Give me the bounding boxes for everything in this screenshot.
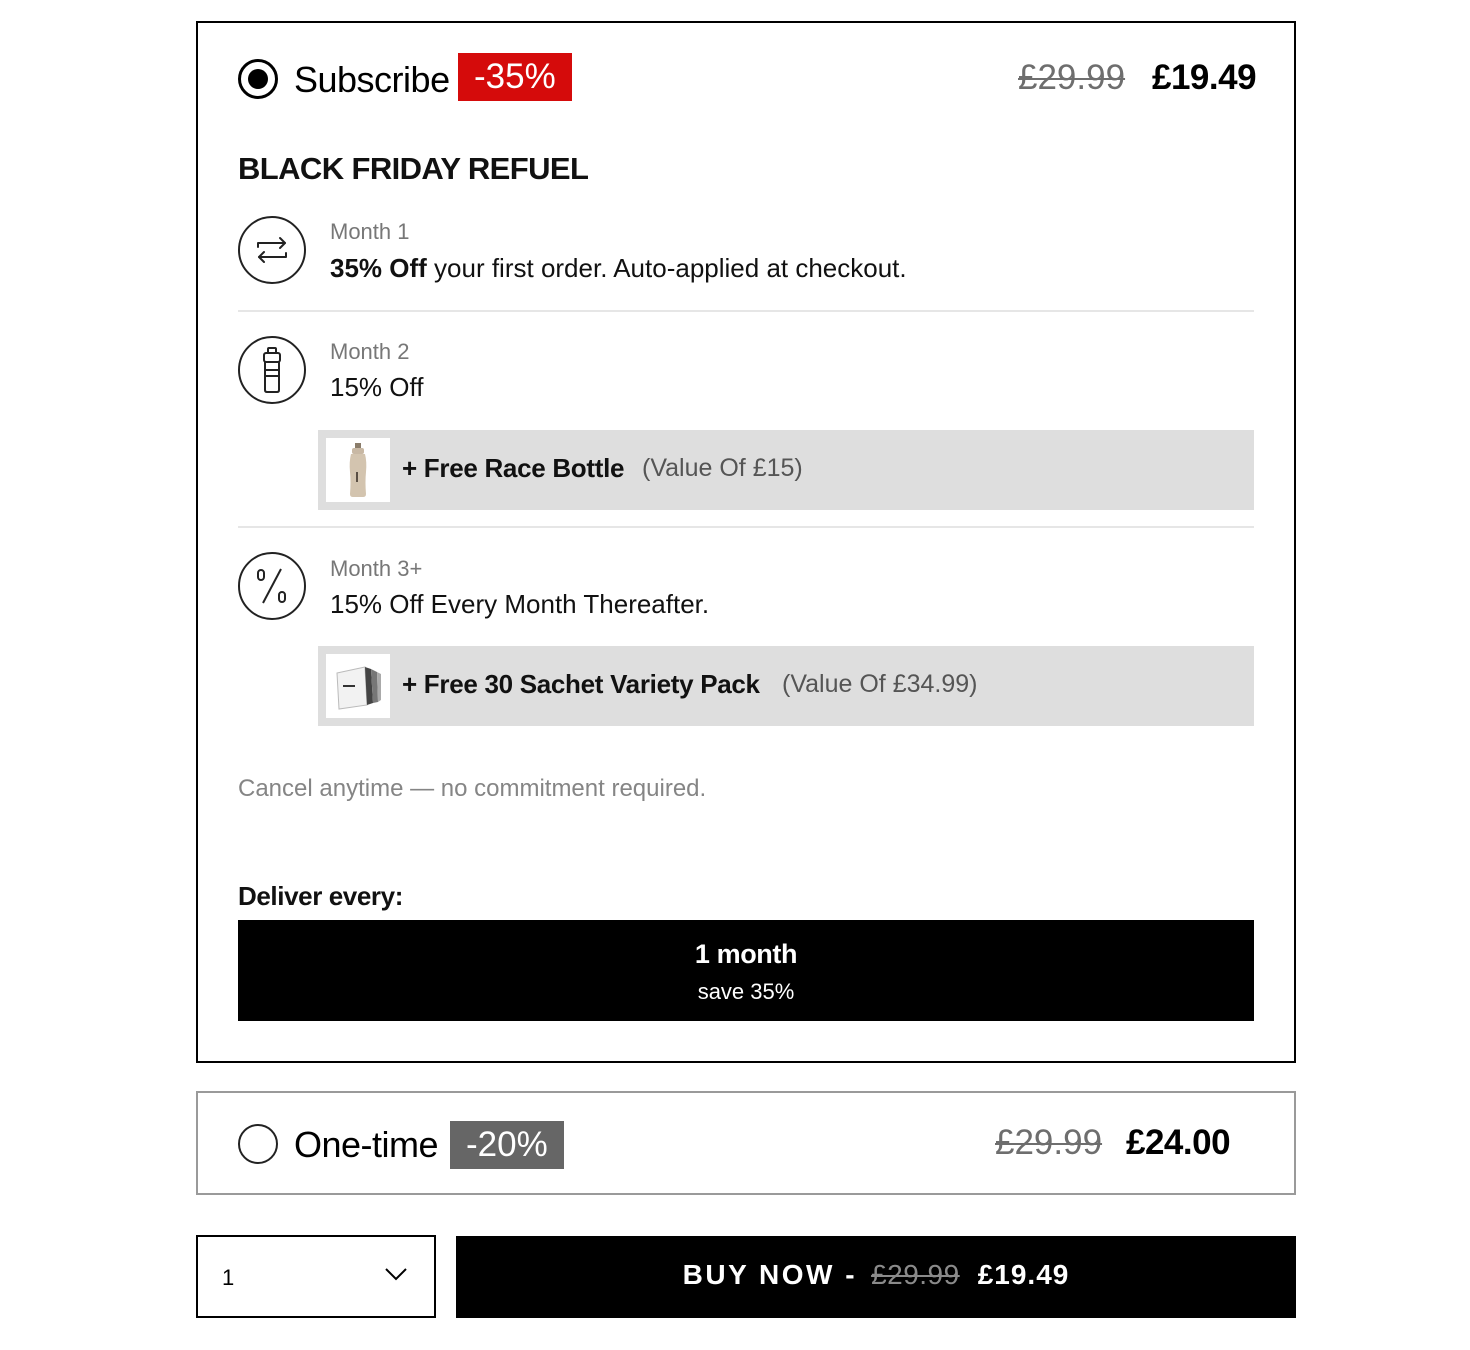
quantity-select[interactable]: 1 xyxy=(196,1235,436,1318)
gift-race-bottle-value: (Value Of £15) xyxy=(642,454,803,482)
step-3-description: 15% Off Every Month Thereafter. xyxy=(330,589,710,619)
offer-title: BLACK FRIDAY REFUEL xyxy=(238,151,589,186)
percent-icon xyxy=(238,552,306,620)
subscribe-option-card[interactable]: Subscribe -35% £29.99 £19.49 BLACK FRIDA… xyxy=(196,21,1296,1063)
one-time-discount-badge: -20% xyxy=(450,1121,564,1169)
bottle-icon xyxy=(238,336,306,404)
step-1-label: Month 1 xyxy=(330,219,410,244)
buy-now-content: BUY NOW - £29.99 £19.49 xyxy=(456,1259,1296,1291)
step-3-label: Month 3+ xyxy=(330,556,423,581)
subscribe-discount-badge: -35% xyxy=(458,53,572,101)
delivery-frequency-main: 1 month xyxy=(694,939,798,969)
step-1-description: 35% Off your first order. Auto-applied a… xyxy=(330,253,907,283)
step-2-description: 15% Off xyxy=(330,372,424,402)
subscribe-sale-price: £19.49 xyxy=(1152,58,1257,97)
one-time-original-price: £29.99 xyxy=(995,1123,1103,1162)
delivery-frequency-savings: save 35% xyxy=(697,979,795,1004)
buy-now-sale-price: £19.49 xyxy=(977,1259,1070,1290)
one-time-option-card[interactable]: One-time -20% £29.99 £24.00 xyxy=(196,1091,1296,1195)
sachet-pack-thumbnail xyxy=(326,654,390,718)
delivery-frequency-button[interactable]: 1 month save 35% xyxy=(238,920,1254,1021)
race-bottle-thumbnail xyxy=(326,438,390,502)
deliver-every-label: Deliver every: xyxy=(238,881,403,911)
cancel-anytime-note: Cancel anytime — no commitment required. xyxy=(238,775,707,802)
one-time-radio[interactable] xyxy=(238,1124,278,1164)
buy-now-button[interactable]: BUY NOW - £29.99 £19.49 xyxy=(456,1236,1296,1318)
one-time-title: One-time xyxy=(294,1124,439,1165)
gift-sachet-pack-value: (Value Of £34.99) xyxy=(782,670,978,698)
buy-now-label: BUY NOW - xyxy=(682,1259,858,1290)
gift-race-bottle: + Free Race Bottle (Value Of £15) xyxy=(318,430,1254,510)
subscribe-original-price: £29.99 xyxy=(1018,58,1126,97)
subscribe-title: Subscribe xyxy=(294,59,450,100)
chevron-down-icon xyxy=(384,1267,408,1286)
repeat-icon xyxy=(238,216,306,284)
buy-now-original-price: £29.99 xyxy=(871,1259,960,1290)
quantity-value: 1 xyxy=(222,1265,235,1290)
gift-sachet-pack-name: + Free 30 Sachet Variety Pack xyxy=(402,669,760,699)
gift-sachet-variety-pack: + Free 30 Sachet Variety Pack (Value Of … xyxy=(318,646,1254,726)
step-2-label: Month 2 xyxy=(330,339,410,364)
step-divider xyxy=(238,526,1254,528)
step-divider xyxy=(238,310,1254,312)
gift-race-bottle-name: + Free Race Bottle xyxy=(402,453,625,483)
subscribe-radio[interactable] xyxy=(238,59,278,99)
one-time-sale-price: £24.00 xyxy=(1126,1123,1231,1162)
